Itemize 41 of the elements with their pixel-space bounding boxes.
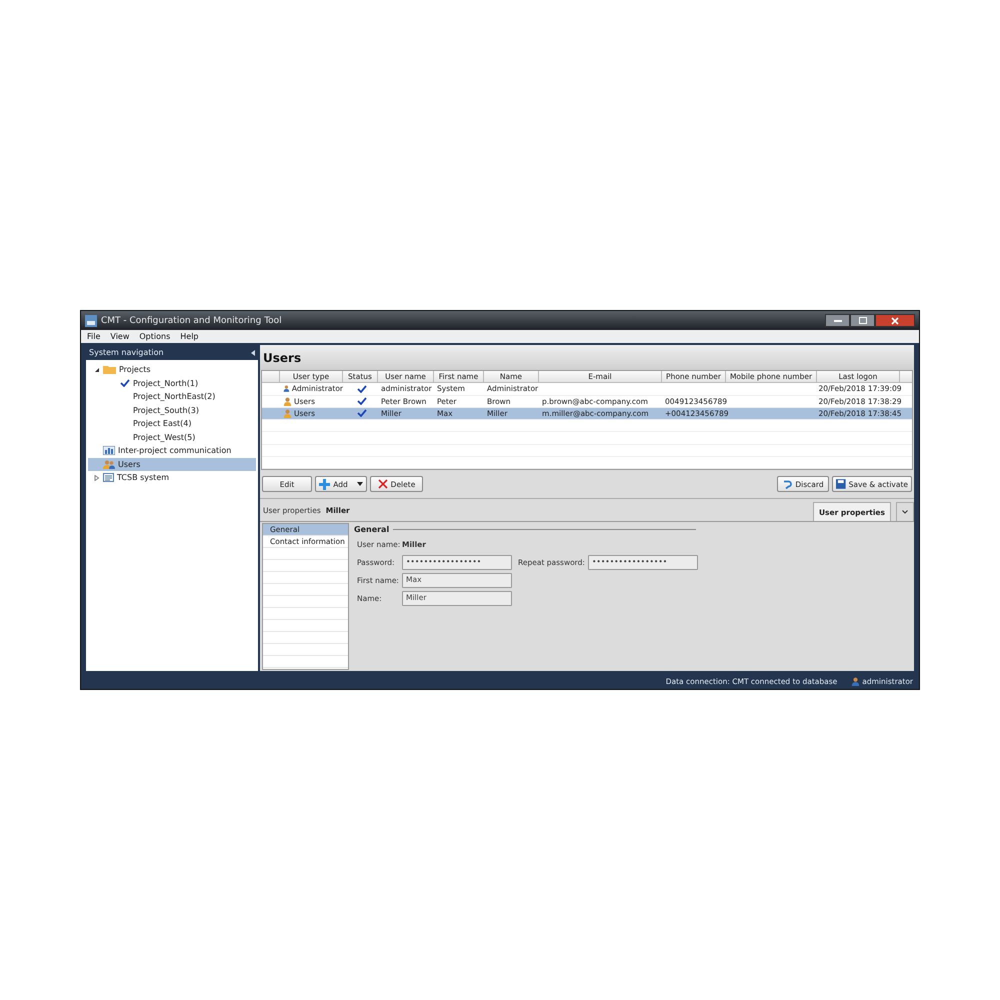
list-icon — [103, 473, 114, 482]
collapse-panel-icon[interactable] — [251, 350, 255, 356]
user-icon — [283, 396, 292, 406]
group-title: General — [354, 525, 390, 534]
tree-item[interactable]: Projects — [88, 363, 256, 376]
tree-item[interactable]: Project East(4) — [88, 417, 256, 430]
tree-item[interactable]: Project_West(5) — [88, 430, 256, 444]
tree-item[interactable]: Project_North(1) — [88, 376, 256, 390]
chevron-down-icon — [902, 510, 908, 514]
chart-icon — [103, 446, 115, 456]
user-icon — [851, 676, 860, 686]
minimize-button[interactable] — [825, 314, 850, 327]
app-logo-icon — [85, 314, 97, 326]
section-title: Users — [263, 350, 302, 364]
minimize-icon — [834, 320, 842, 322]
panel-title: System navigation — [89, 348, 164, 357]
menu-item[interactable]: Options — [139, 332, 170, 341]
tree-item[interactable]: Project_NorthEast(2) — [88, 390, 256, 404]
undo-icon — [782, 479, 792, 489]
tree-item[interactable]: TCSB system — [88, 471, 256, 484]
maximize-button[interactable] — [850, 314, 875, 327]
tab-dropdown-button[interactable] — [896, 502, 914, 521]
user-icon — [283, 408, 292, 418]
tree-item[interactable]: Inter-project communication — [88, 444, 256, 458]
menu-item[interactable]: Help — [180, 332, 198, 341]
maximize-icon — [858, 317, 866, 324]
collapse-arrow-icon[interactable] — [94, 366, 100, 373]
folder-icon — [103, 365, 116, 374]
plus-icon — [319, 478, 330, 490]
expand-arrow-icon[interactable] — [94, 474, 100, 481]
delete-x-icon — [378, 479, 388, 489]
tree-item[interactable]: Users — [88, 458, 256, 471]
close-button[interactable] — [875, 314, 915, 327]
close-icon — [891, 316, 899, 324]
menu-item[interactable]: File — [87, 332, 100, 341]
menu-item[interactable]: View — [110, 332, 130, 341]
users-icon — [103, 460, 115, 469]
user-icon — [283, 384, 290, 394]
window-title: CMT - Configuration and Monitoring Tool — [101, 316, 282, 326]
caret-icon — [356, 482, 363, 486]
tree-item[interactable]: Project_South(3) — [88, 404, 256, 417]
